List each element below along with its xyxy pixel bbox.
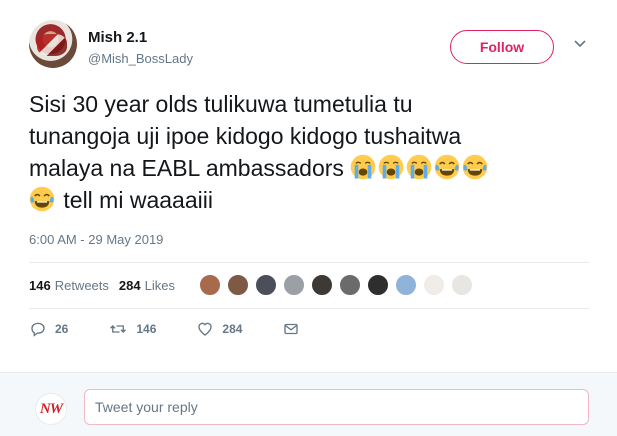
tweet-text: Sisi 30 year olds tulikuwa tumetulia tu … — [29, 88, 599, 216]
direct-message-button[interactable] — [282, 320, 308, 338]
likes-count: 284 — [118, 277, 141, 293]
envelope-icon — [284, 323, 299, 335]
liker-avatar[interactable] — [226, 274, 249, 296]
liker-avatar[interactable] — [366, 274, 389, 296]
liker-avatar[interactable] — [338, 274, 361, 296]
like-count: 284 — [222, 322, 243, 336]
reply-icon — [31, 322, 45, 337]
author-avatar[interactable] — [29, 20, 77, 68]
divider — [29, 308, 589, 309]
tweet-timestamp[interactable]: 6:00 AM - 29 May 2019 — [29, 232, 163, 247]
liker-avatar[interactable] — [198, 274, 221, 296]
face-with-tears-of-joy-icon — [435, 154, 460, 180]
face-with-tears-of-joy-icon — [29, 186, 55, 212]
liker-avatar[interactable] — [422, 274, 445, 296]
reply-count: 26 — [55, 322, 69, 336]
retweets-label: Retweets — [54, 277, 109, 293]
reply-bar: NW Tweet your reply — [0, 372, 617, 436]
tweet-line: tell mi waaaaiii — [29, 184, 599, 216]
tweet-line-text: malaya na EABL ambassadors — [29, 155, 344, 181]
liker-avatar[interactable] — [394, 274, 417, 296]
chevron-down-icon[interactable] — [572, 36, 588, 52]
retweets-count: 146 — [29, 277, 51, 293]
liker-avatar[interactable] — [254, 274, 277, 296]
retweet-button[interactable]: 146 — [108, 320, 156, 338]
tweet-line: Sisi 30 year olds tulikuwa tumetulia tu — [29, 91, 413, 117]
like-button[interactable]: 284 — [196, 320, 242, 338]
tweet-header: Mish 2.1 @Mish_BossLady Follow — [29, 20, 609, 76]
loudly-crying-face-icon — [379, 154, 404, 180]
emoji-row — [29, 186, 57, 213]
loudly-crying-face-icon — [351, 154, 376, 180]
loudly-crying-face-icon — [407, 154, 432, 180]
retweets-stat[interactable]: 146 Retweets — [29, 278, 109, 293]
author-name[interactable]: Mish 2.1 — [88, 29, 147, 46]
likers-avatars[interactable] — [198, 274, 479, 296]
divider — [29, 262, 589, 263]
tweet-line-text: tell mi waaaaiii — [63, 187, 213, 213]
face-with-tears-of-joy-icon — [463, 154, 488, 180]
tweet-actions: 26 146 284 — [29, 320, 348, 338]
retweet-count: 146 — [136, 322, 157, 336]
emoji-row — [350, 154, 490, 181]
liker-avatar[interactable] — [450, 274, 473, 296]
likes-stat[interactable]: 284 Likes — [119, 278, 175, 293]
retweet-icon — [110, 325, 127, 333]
liker-avatar[interactable] — [310, 274, 333, 296]
user-avatar-logo: NW — [39, 400, 63, 417]
user-avatar[interactable]: NW — [35, 393, 67, 425]
tweet-line: malaya na EABL ambassadors — [29, 152, 599, 184]
tweet-line: tunangoja uji ipoe kidogo kidogo tushait… — [29, 123, 462, 149]
follow-button[interactable]: Follow — [450, 30, 554, 64]
reply-button[interactable]: 26 — [29, 320, 68, 338]
liker-avatar[interactable] — [282, 274, 305, 296]
likes-label: Likes — [144, 277, 175, 293]
reply-input[interactable]: Tweet your reply — [84, 389, 589, 425]
heart-icon — [198, 322, 213, 336]
tweet-stats: 146 Retweets 284 Likes — [29, 272, 479, 298]
author-handle[interactable]: @Mish_BossLady — [88, 51, 193, 66]
